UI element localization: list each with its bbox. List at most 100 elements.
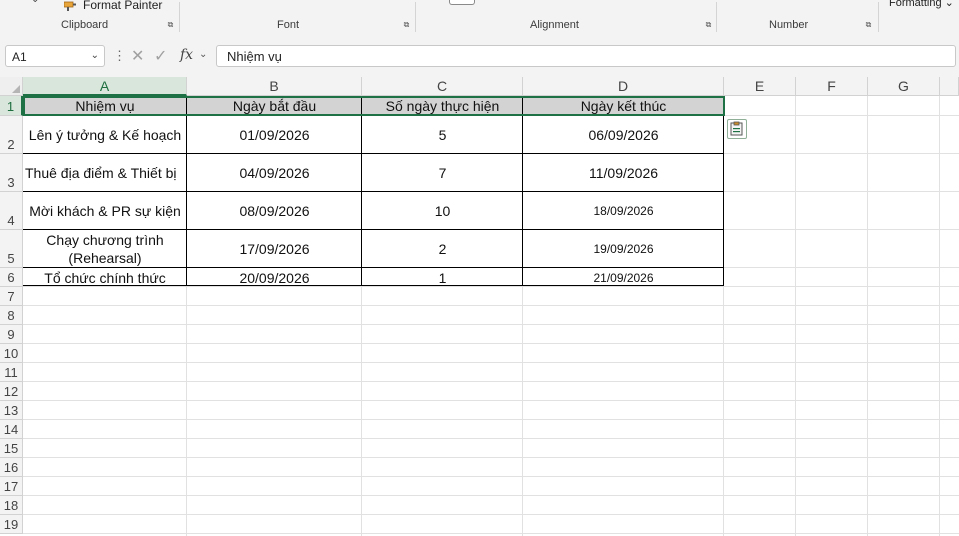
row-header-5[interactable]: 5 [0, 230, 23, 268]
clipboard-dialog-launcher-icon[interactable]: ⧉ [166, 20, 175, 29]
row-header-19[interactable]: 19 [0, 515, 23, 534]
conditional-formatting-button[interactable]: Formatting ⌄ [889, 0, 954, 9]
alignment-group-label: Alignment [530, 19, 579, 31]
row-header-17[interactable]: 17 [0, 477, 23, 496]
paste-options-icon[interactable] [727, 119, 747, 139]
row-header-10[interactable]: 10 [0, 344, 23, 363]
format-painter-label: Format Painter [83, 0, 163, 12]
row-header-2[interactable]: 2 [0, 116, 23, 154]
formula-bar: A1 ⌄ ⋮ ✕ ✓ fx ⌄ Nhiệm vụ [0, 37, 959, 77]
clipboard-icon [730, 121, 743, 136]
row-header-6[interactable]: 6 [0, 268, 23, 287]
more-options-icon[interactable]: ⋮ [113, 48, 126, 64]
gridline [23, 324, 959, 325]
row-header-7[interactable]: 7 [0, 287, 23, 306]
cell-d5[interactable]: 19/09/2026 [523, 230, 724, 268]
row-header-12[interactable]: 12 [0, 382, 23, 401]
gridline [23, 495, 959, 496]
chevron-down-icon[interactable]: ⌄ [91, 50, 99, 61]
gridline [23, 438, 959, 439]
column-header-c[interactable]: C [362, 77, 523, 96]
row-header-1[interactable]: 1 [0, 96, 23, 116]
formula-input[interactable]: Nhiệm vụ [216, 45, 956, 67]
column-header-f[interactable]: F [796, 77, 868, 96]
ribbon-separator [179, 2, 180, 32]
table-border [23, 191, 724, 192]
ribbon-separator [415, 2, 416, 32]
table-border [723, 96, 724, 286]
gridline [23, 400, 959, 401]
cancel-icon[interactable]: ✕ [131, 46, 144, 66]
row-header-18[interactable]: 18 [0, 496, 23, 515]
enter-check-icon[interactable]: ✓ [154, 46, 167, 66]
gridline [23, 533, 959, 534]
worksheet-grid[interactable]: A B C D E F G 1 2 3 4 5 6 7 8 9 10 11 12… [0, 77, 959, 536]
formatting-label: Formatting [889, 0, 942, 9]
chevron-down-icon[interactable]: ⌄ [199, 49, 207, 60]
ribbon-separator [878, 2, 879, 32]
table-border [361, 96, 362, 286]
name-box[interactable]: A1 ⌄ [5, 45, 105, 67]
ribbon-separator [716, 2, 717, 32]
gridline [23, 305, 959, 306]
cell-a2[interactable]: Lên ý tưởng & Kế hoạch [23, 116, 187, 154]
cell-c3[interactable]: 7 [362, 154, 523, 192]
font-group-label: Font [277, 19, 300, 31]
table-border [522, 96, 523, 286]
cell-d4[interactable]: 18/09/2026 [523, 192, 724, 230]
column-header-b[interactable]: B [187, 77, 362, 96]
ribbon: ⌄ Format Painter Clipboard ⧉ Font ⧉ Alig… [0, 0, 959, 38]
cell-b3[interactable]: 04/09/2026 [187, 154, 362, 192]
row-header-3[interactable]: 3 [0, 154, 23, 192]
clipboard-group-label: Clipboard [61, 19, 109, 31]
table-border [23, 229, 724, 230]
cell-a3[interactable]: Thuê địa điểm & Thiết bị [23, 154, 187, 192]
gridline [23, 419, 959, 420]
gridline [795, 96, 796, 536]
formula-input-value: Nhiệm vụ [227, 49, 282, 64]
row-header-9[interactable]: 9 [0, 325, 23, 344]
select-all-button[interactable] [0, 77, 23, 96]
table-border [23, 153, 724, 154]
paintbrush-icon [64, 1, 76, 11]
cell-b2[interactable]: 01/09/2026 [187, 116, 362, 154]
font-dialog-launcher-icon[interactable]: ⧉ [402, 20, 411, 29]
column-header-e[interactable]: E [724, 77, 796, 96]
row-header-8[interactable]: 8 [0, 306, 23, 325]
cell-b5[interactable]: 17/09/2026 [187, 230, 362, 268]
row-header-13[interactable]: 13 [0, 401, 23, 420]
table-border [186, 96, 187, 286]
number-group-label: Number [769, 19, 809, 31]
column-header-a[interactable]: A [23, 77, 187, 96]
selection-outline [23, 96, 725, 116]
row-header-11[interactable]: 11 [0, 363, 23, 382]
name-box-value: A1 [12, 50, 27, 64]
alignment-dialog-launcher-icon[interactable]: ⧉ [704, 20, 713, 29]
cell-d3[interactable]: 11/09/2026 [523, 154, 724, 192]
gridline [23, 381, 959, 382]
cell-b4[interactable]: 08/09/2026 [187, 192, 362, 230]
column-header-g[interactable]: G [868, 77, 940, 96]
cell-a4[interactable]: Mời khách & PR sự kiện [23, 192, 187, 230]
gridline [23, 343, 959, 344]
insert-function-icon[interactable]: fx [180, 47, 193, 63]
cell-d2[interactable]: 06/09/2026 [523, 116, 724, 154]
row-header-14[interactable]: 14 [0, 420, 23, 439]
row-header-4[interactable]: 4 [0, 192, 23, 230]
gridline [23, 457, 959, 458]
cell-a5[interactable]: Chạy chương trình (Rehearsal) [23, 230, 187, 268]
row-header-15[interactable]: 15 [0, 439, 23, 458]
paste-dropdown-chevron-icon[interactable]: ⌄ [31, 0, 39, 5]
wrap-text-button[interactable] [449, 0, 475, 5]
gridline [867, 96, 868, 536]
row-header-16[interactable]: 16 [0, 458, 23, 477]
chevron-down-icon: ⌄ [941, 0, 954, 9]
cell-c2[interactable]: 5 [362, 116, 523, 154]
cell-c5[interactable]: 2 [362, 230, 523, 268]
gridline [23, 476, 959, 477]
gridline [23, 362, 959, 363]
column-header-h[interactable] [940, 77, 959, 96]
cell-c4[interactable]: 10 [362, 192, 523, 230]
number-dialog-launcher-icon[interactable]: ⧉ [864, 20, 873, 29]
column-header-d[interactable]: D [523, 77, 724, 96]
